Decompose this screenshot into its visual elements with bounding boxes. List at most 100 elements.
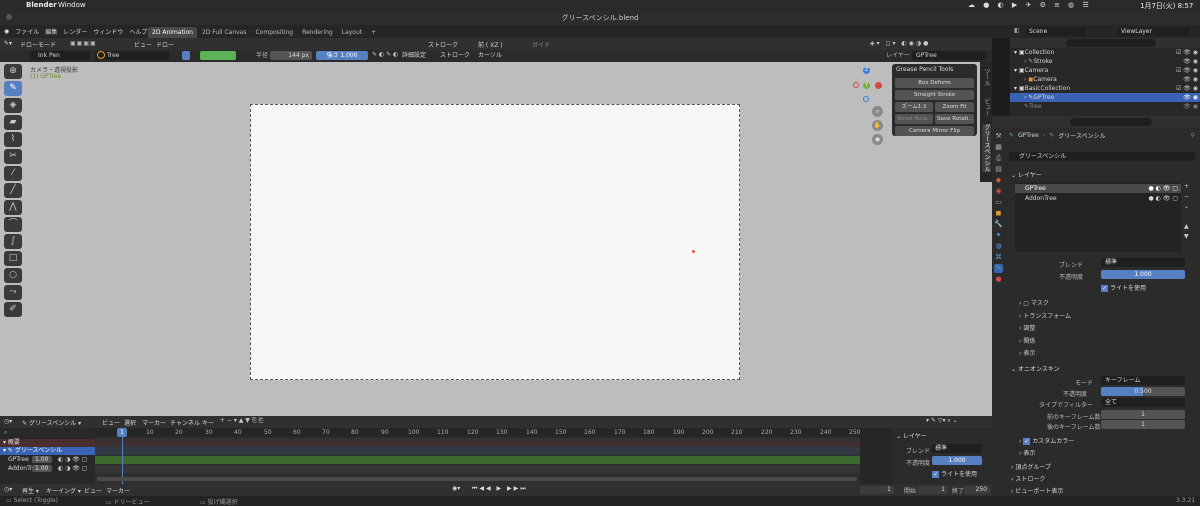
onion-mode-selector[interactable]: キーフレーム: [1101, 376, 1185, 385]
strokes-panel[interactable]: › ストローク: [1011, 474, 1045, 483]
menu-window[interactable]: ウィンドウ: [93, 27, 123, 36]
advanced-menu[interactable]: 詳細設定: [402, 51, 426, 60]
onion-opacity-field[interactable]: 0.500: [1101, 387, 1185, 396]
adjust-panel[interactable]: › 調整: [1019, 323, 1071, 336]
tab-rendering[interactable]: Rendering: [298, 27, 337, 38]
current-frame-indicator[interactable]: 1: [117, 428, 127, 437]
outliner-row-selected[interactable]: › ✎ GPTree 👁 ◉: [1010, 93, 1200, 102]
effects-props-icon[interactable]: ✦: [994, 231, 1003, 240]
playback-marker-menu[interactable]: マーカー: [106, 486, 130, 495]
gp-tools-title[interactable]: Grease Pencil Tools: [896, 66, 953, 73]
outliner-gptree[interactable]: GPTree: [1033, 94, 1054, 101]
constraint-props-icon[interactable]: ⌘: [994, 253, 1003, 262]
object-props-icon[interactable]: ◼: [994, 209, 1003, 218]
dopesheet-menu-channel[interactable]: チャンネル: [170, 418, 200, 427]
layer-item-gptree[interactable]: GPTree ● ◐ 👁 ▢: [1015, 184, 1181, 193]
outliner-row[interactable]: › ◼ Camera 👁 ◉: [1024, 75, 1198, 84]
camera-mirror-flip-button[interactable]: Camera Mirror Flip: [895, 126, 974, 136]
cursor-menu[interactable]: カーソル: [478, 51, 502, 60]
sidebar-tab-view[interactable]: ビュー: [982, 98, 991, 116]
reset-rotation-button[interactable]: Reset Rota..: [895, 114, 933, 124]
onion-skin-panel-header[interactable]: ⌄ オニオンスキン: [1011, 364, 1060, 373]
curve-tool-icon[interactable]: ∫: [4, 234, 22, 249]
zoom-icon[interactable]: ⌕: [872, 106, 883, 117]
layer-list-buttons[interactable]: + − ⌄ ▲ ▼: [1184, 182, 1189, 242]
render-props-icon[interactable]: ▦: [994, 143, 1003, 152]
viewport-shading-icons[interactable]: ◈▾ ◻▾ ◐◉◑●: [870, 40, 930, 47]
mode-selector[interactable]: ドローモード: [20, 40, 56, 49]
viewport-display-panel[interactable]: › ビューポート表示: [1011, 486, 1063, 495]
tab-layout[interactable]: Layout: [338, 27, 366, 38]
scene-props-icon[interactable]: ◆: [994, 176, 1003, 185]
outliner-row[interactable]: ✎ Tree 👁 ◉: [1024, 102, 1198, 111]
scene-selector[interactable]: Scene: [1026, 27, 1086, 36]
dopesheet-filter-icons[interactable]: ▾ ✎ ▽▾ ⌕ ⌄: [926, 417, 958, 425]
dopesheet-editor-icon[interactable]: ◷▾: [4, 418, 12, 425]
playback-menu[interactable]: 再生 ▾: [22, 486, 39, 495]
current-frame-field[interactable]: 1: [860, 486, 894, 494]
axis-neg-x-icon[interactable]: [853, 82, 859, 88]
zoom-1to1-button[interactable]: ズーム1:1: [895, 102, 933, 112]
stroke-menu[interactable]: ストローク: [440, 51, 470, 60]
dopesheet-blend-selector[interactable]: 標準: [932, 444, 982, 453]
outliner-search-input[interactable]: [1066, 39, 1156, 47]
blend-selector[interactable]: 標準: [1101, 258, 1185, 267]
dopesheet-layer-panel-header[interactable]: ⌄ レイヤー: [896, 431, 927, 440]
dopesheet-mode[interactable]: ✎ グリースペンシル ▾: [22, 418, 81, 427]
annotate-tool-icon[interactable]: ✐: [4, 302, 22, 317]
menu-edit[interactable]: 編集: [45, 27, 57, 36]
world-props-icon[interactable]: ◉: [994, 187, 1003, 196]
camera-view-icon[interactable]: ◉: [872, 134, 883, 145]
timeline-scrollbar[interactable]: [97, 477, 857, 481]
tool-props-icon[interactable]: ⚒: [994, 132, 1003, 141]
brush-selector[interactable]: Ink Pen: [30, 51, 90, 60]
outliner-tree[interactable]: Tree: [1029, 103, 1042, 110]
keying-menu[interactable]: キーイング ▾: [46, 486, 81, 495]
menu-view[interactable]: ビュー: [134, 40, 152, 49]
stroke-placement[interactable]: ストローク: [428, 40, 458, 49]
outliner-collection[interactable]: Collection: [1025, 49, 1055, 56]
menu-file[interactable]: ファイル: [15, 27, 39, 36]
channel-layer-gptree[interactable]: GPTree 1.00 ◐ ◑ 👁 ▢: [0, 456, 95, 464]
pan-hand-icon[interactable]: ✋: [872, 120, 883, 131]
pin-icon[interactable]: ⚲: [1191, 132, 1195, 139]
axis-x-icon[interactable]: [875, 82, 882, 89]
relations-panel[interactable]: › 関係: [1019, 336, 1071, 349]
tab-2d-full-canvas[interactable]: 2D Full Canvas: [198, 27, 251, 38]
fill-tool-icon[interactable]: ◈: [4, 98, 22, 113]
box-tool-icon[interactable]: □: [4, 251, 22, 266]
outliner-camera-collection[interactable]: Camera: [1025, 67, 1049, 74]
output-props-icon[interactable]: ⎙: [994, 154, 1003, 163]
outliner-basic-collection[interactable]: BasicCollection: [1025, 85, 1071, 92]
vertex-color-toggle[interactable]: [182, 51, 190, 60]
sidebar-tab-grease-pencil[interactable]: グリースペンシル: [982, 124, 991, 172]
menu-draw[interactable]: ドロー: [156, 40, 174, 49]
3d-cursor-icon[interactable]: [692, 250, 695, 253]
clock[interactable]: 1月7日(火) 8:57: [1140, 1, 1193, 11]
filter-type-selector[interactable]: 全て: [1101, 398, 1185, 407]
close-window-icon[interactable]: [6, 14, 12, 20]
editor-type-icon[interactable]: ✎▾: [4, 40, 12, 47]
color-swatch[interactable]: [200, 51, 236, 60]
pressure-icons[interactable]: ✎ ◐ ✎ ◐: [372, 51, 398, 58]
add-workspace-icon[interactable]: +: [367, 27, 380, 38]
mac-window-menu[interactable]: Window: [58, 1, 86, 9]
timeline-editor-icon[interactable]: ◷▾: [4, 486, 12, 493]
use-lights-checkbox[interactable]: ✓ ライトを使用: [1101, 283, 1146, 292]
dopesheet-menu-select[interactable]: 選択: [124, 418, 136, 427]
datablock-selector[interactable]: グリースペンシル: [1009, 152, 1195, 161]
mask-panel[interactable]: › ▢ マスク: [1019, 298, 1071, 311]
mac-app-name[interactable]: Blender: [26, 1, 57, 9]
vertex-groups-panel[interactable]: › 頂点グループ: [1011, 462, 1051, 471]
transport-controls[interactable]: ⏮◀◀ ▶ ▶▶⏭: [472, 485, 528, 493]
menu-render[interactable]: レンダー: [63, 27, 87, 36]
blender-logo-icon[interactable]: ◉: [4, 28, 9, 35]
erase-tool-icon[interactable]: ▰: [4, 115, 22, 130]
collection-props-icon[interactable]: ▭: [994, 198, 1003, 207]
box-deform-button[interactable]: Box Deform: [895, 78, 974, 88]
physics-props-icon[interactable]: ◍: [994, 242, 1003, 251]
keyframes-before-field[interactable]: 1: [1101, 410, 1185, 419]
outliner-row[interactable]: ▾ ▣ BasicCollection ☑ 👁 ◉: [1014, 84, 1198, 93]
eyedropper-tool-icon[interactable]: ⁄: [4, 166, 22, 181]
modifier-props-icon[interactable]: 🔧: [994, 220, 1003, 229]
